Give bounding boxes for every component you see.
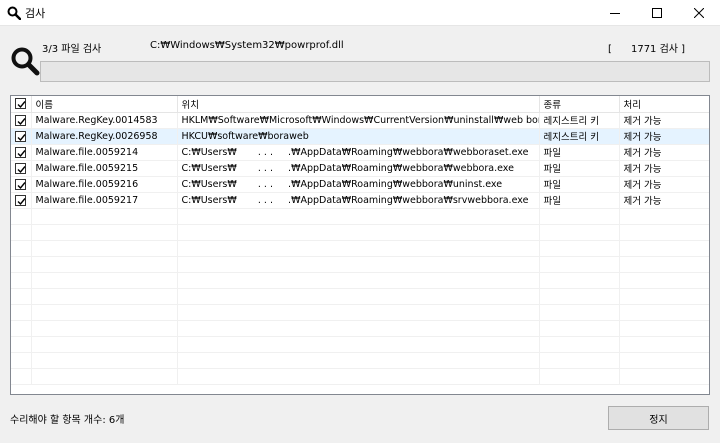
title-bar: 검사 <box>0 0 720 26</box>
row-action: 제거 가능 <box>619 176 709 193</box>
repair-count-summary: 수리해야 할 항목 개수: 6개 <box>10 415 125 426</box>
table-row[interactable]: Malware.file.0059216 C:₩Users₩ . . . .₩Ap… <box>11 176 709 193</box>
empty-row <box>11 224 709 241</box>
results-table[interactable]: 이름 위치 종류 처리 Malware.RegKey.0014583 HKLM₩S… <box>10 95 710 395</box>
row-type: 파일 <box>539 160 620 177</box>
row-name: Malware.file.0059217 <box>31 192 178 209</box>
window-title: 검사 <box>25 6 46 20</box>
row-type: 파일 <box>539 192 620 209</box>
minimize-icon <box>610 13 620 14</box>
checkbox-checked-icon <box>15 194 27 206</box>
table-row[interactable]: Malware.file.0059214 C:₩Users₩ . . . .₩Ap… <box>11 144 709 161</box>
row-action: 제거 가능 <box>619 128 709 145</box>
close-button[interactable] <box>678 0 720 26</box>
empty-row <box>11 272 709 289</box>
empty-row <box>11 240 709 257</box>
checkbox-checked-icon <box>15 178 27 190</box>
current-scan-path: C:₩Windows₩System32₩powrprof.dll <box>150 40 344 51</box>
row-type: 레지스트리 키 <box>539 112 620 129</box>
row-location: C:₩Users₩ . . . .₩AppData₩Roaming₩webbor… <box>177 160 540 177</box>
table-row[interactable]: Malware.file.0059215 C:₩Users₩ . . . .₩Ap… <box>11 160 709 177</box>
row-location: C:₩Users₩ . . . .₩AppData₩Roaming₩webbor… <box>177 176 540 193</box>
empty-row <box>11 368 709 385</box>
minimize-button[interactable] <box>594 0 636 26</box>
row-checkbox[interactable] <box>11 112 32 129</box>
row-name: Malware.RegKey.0014583 <box>31 112 178 129</box>
scan-count: [ 1771 검사 ] <box>608 44 686 55</box>
row-checkbox[interactable] <box>11 128 32 145</box>
column-header-name[interactable]: 이름 <box>31 96 178 113</box>
checkbox-checked-icon <box>15 130 27 142</box>
scan-progress-bar <box>40 61 710 82</box>
row-checkbox[interactable] <box>11 176 32 193</box>
row-action: 제거 가능 <box>619 160 709 177</box>
row-name: Malware.RegKey.0026958 <box>31 128 178 145</box>
row-checkbox[interactable] <box>11 192 32 209</box>
row-name: Malware.file.0059215 <box>31 160 178 177</box>
empty-row <box>11 320 709 337</box>
close-icon <box>694 8 704 18</box>
table-row[interactable]: Malware.file.0059217 C:₩Users₩ . . . .₩Ap… <box>11 192 709 209</box>
empty-row <box>11 208 709 225</box>
empty-row <box>11 288 709 305</box>
scan-stage-label: 3/3 파일 검사 <box>42 44 102 55</box>
row-type: 파일 <box>539 144 620 161</box>
row-name: Malware.file.0059216 <box>31 176 178 193</box>
row-location: C:₩Users₩ . . . .₩AppData₩Roaming₩webbor… <box>177 192 540 209</box>
row-checkbox[interactable] <box>11 144 32 161</box>
table-row[interactable]: Malware.RegKey.0026958 HKCU₩software₩bora… <box>11 128 709 145</box>
row-action: 제거 가능 <box>619 144 709 161</box>
row-checkbox[interactable] <box>11 160 32 177</box>
row-action: 제거 가능 <box>619 112 709 129</box>
checkbox-checked-icon <box>15 162 27 174</box>
row-name: Malware.file.0059214 <box>31 144 178 161</box>
table-row[interactable]: Malware.RegKey.0014583 HKLM₩Software₩Micr… <box>11 112 709 129</box>
window-controls <box>594 0 720 26</box>
empty-row <box>11 352 709 369</box>
row-location: C:₩Users₩ . . . .₩AppData₩Roaming₩webbor… <box>177 144 540 161</box>
checkbox-checked-icon <box>15 146 27 158</box>
row-action: 제거 가능 <box>619 192 709 209</box>
empty-row <box>11 256 709 273</box>
checkbox-checked-icon <box>15 98 27 110</box>
column-header-type[interactable]: 종류 <box>539 96 620 113</box>
row-location: HKCU₩software₩boraweb <box>177 128 540 145</box>
column-header-action[interactable]: 처리 <box>619 96 709 113</box>
row-location: HKLM₩Software₩Microsoft₩Windows₩CurrentV… <box>177 112 540 129</box>
empty-row <box>11 304 709 321</box>
empty-row <box>11 336 709 353</box>
magnifier-icon <box>10 46 40 76</box>
stop-button[interactable]: 정지 <box>608 406 709 430</box>
maximize-icon <box>652 8 662 18</box>
search-icon <box>7 6 22 20</box>
table-header: 이름 위치 종류 처리 <box>11 96 709 113</box>
row-type: 레지스트리 키 <box>539 128 620 145</box>
select-all-checkbox[interactable] <box>11 96 32 113</box>
maximize-button[interactable] <box>636 0 678 26</box>
checkbox-checked-icon <box>15 114 27 126</box>
column-header-location[interactable]: 위치 <box>177 96 540 113</box>
row-type: 파일 <box>539 176 620 193</box>
